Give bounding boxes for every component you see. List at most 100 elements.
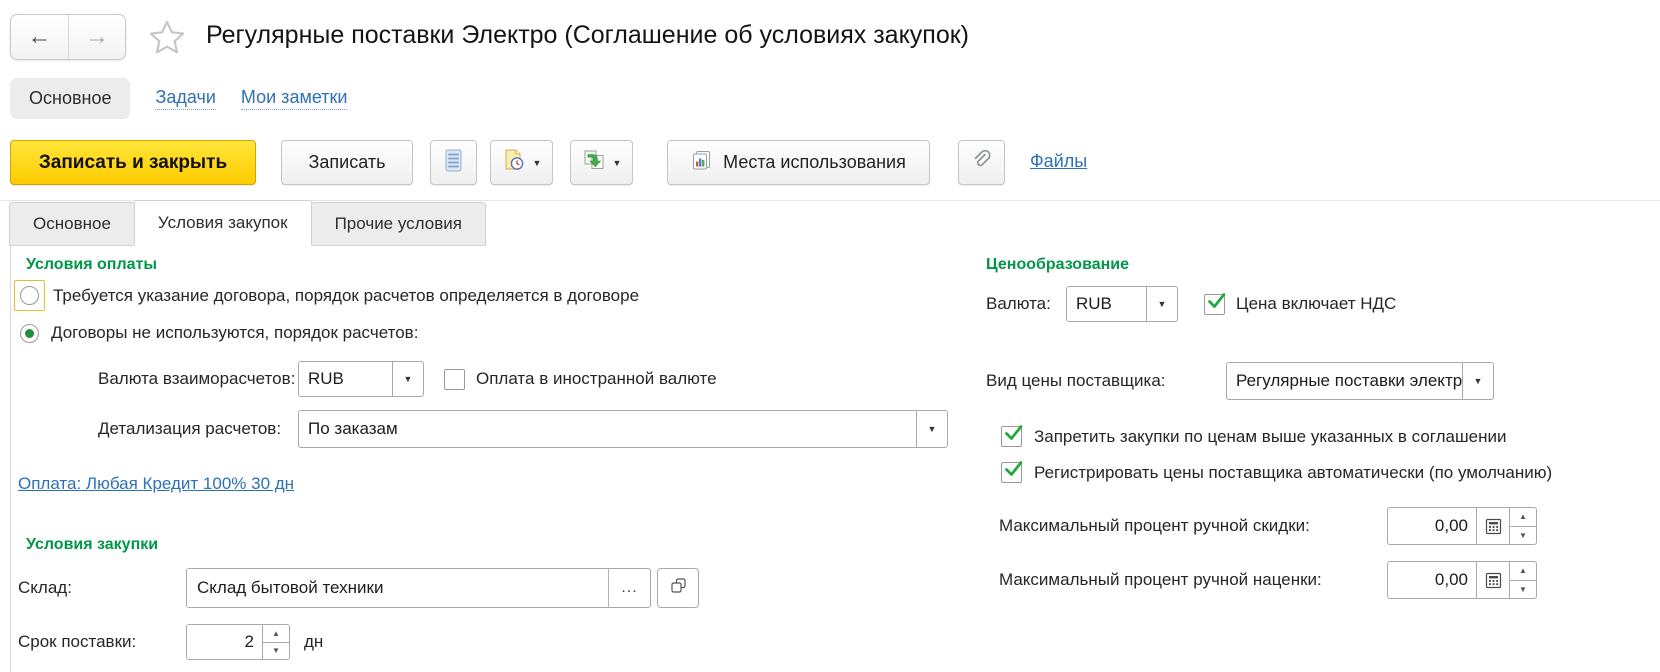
delivery-time-field: ▲ ▼ [186, 624, 290, 660]
supplier-price-type-row: Вид цены поставщика: Регулярные поставки… [986, 362, 1551, 400]
forbid-purchases-label: Запретить закупки по ценам выше указанны… [1034, 427, 1506, 447]
no-contract-label: Договоры не используются, порядок расчет… [51, 323, 418, 343]
warehouse-field: ... [186, 568, 651, 608]
pricing-currency-input[interactable] [1067, 287, 1146, 321]
calculator-button[interactable] [1476, 562, 1509, 598]
form-tabs: Основное Условия закупок Прочие условия [0, 200, 1660, 246]
pricing-currency-combo[interactable]: ▼ [1066, 286, 1178, 322]
settlement-detail-combo[interactable]: По заказам ▼ [298, 410, 948, 448]
nav-item-main[interactable]: Основное [10, 78, 130, 119]
usage-places-label: Места использования [723, 152, 906, 173]
pricing-column: Ценообразование Валюта: ▼ Цена включает … [986, 256, 1551, 599]
radio-row-contract-required: Требуется указание договора, порядок рас… [14, 280, 948, 311]
register-records-button[interactable] [430, 140, 477, 185]
no-contract-radio[interactable] [20, 324, 39, 343]
payment-terms-column: Условия оплаты Требуется указание догово… [26, 256, 948, 660]
spin-down-icon[interactable]: ▼ [263, 642, 289, 660]
pricing-title: Ценообразование [986, 256, 1551, 274]
register-prices-label: Регистрировать цены поставщика автоматич… [1034, 463, 1552, 483]
supplier-price-type-combo[interactable]: Регулярные поставки электрото ▼ [1226, 362, 1494, 400]
settlement-detail-label: Детализация расчетов: [98, 419, 298, 439]
delivery-time-label: Срок поставки: [18, 632, 186, 652]
max-discount-row: Максимальный процент ручной скидки: ▲ [999, 507, 1551, 545]
supplier-price-type-value: Регулярные поставки электрото [1227, 363, 1462, 399]
forbid-purchases-row: Запретить закупки по ценам выше указанны… [1001, 426, 1551, 447]
max-markup-input[interactable] [1388, 562, 1476, 598]
back-button[interactable]: ← [11, 15, 68, 59]
delivery-time-unit: дн [304, 632, 323, 652]
contract-required-label: Требуется указание договора, порядок рас… [53, 286, 639, 306]
nav-links-row: Основное Задачи Мои заметки [10, 78, 347, 119]
usage-places-button[interactable]: Места использования [667, 140, 930, 185]
max-discount-label: Максимальный процент ручной скидки: [999, 516, 1387, 536]
history-nav-group: ← → [10, 14, 126, 60]
tab-other-terms[interactable]: Прочие условия [311, 202, 486, 246]
files-link[interactable]: Файлы [1030, 151, 1087, 172]
forward-arrow-icon: → [85, 23, 109, 51]
payment-terms-title: Условия оплаты [26, 256, 948, 274]
max-discount-field: ▲ ▼ [1387, 507, 1537, 545]
favorite-star-icon[interactable] [148, 19, 186, 60]
max-markup-row: Максимальный процент ручной наценки: ▲ [999, 561, 1551, 599]
spin-up-icon[interactable]: ▲ [1510, 508, 1536, 526]
max-discount-input[interactable] [1388, 508, 1476, 544]
spin-up-icon[interactable]: ▲ [263, 625, 289, 642]
delivery-time-input[interactable] [187, 625, 262, 659]
dropdown-arrow-icon[interactable]: ▼ [1462, 363, 1493, 399]
warehouse-row: Склад: ... [18, 568, 948, 608]
foreign-currency-label: Оплата в иностранной валюте [476, 369, 717, 389]
calculator-button[interactable] [1476, 508, 1509, 544]
vat-included-label: Цена включает НДС [1236, 294, 1396, 314]
document-clock-icon [502, 148, 526, 177]
settlement-detail-value: По заказам [299, 411, 916, 447]
paperclip-icon [971, 149, 992, 176]
warehouse-input[interactable] [187, 569, 608, 607]
save-button[interactable]: Записать [281, 140, 413, 185]
vat-included-checkbox[interactable] [1204, 294, 1225, 315]
spin-down-icon[interactable]: ▼ [1510, 580, 1536, 599]
tab-content-purchase-terms: Условия оплаты Требуется указание догово… [10, 246, 1660, 672]
nav-item-notes[interactable]: Мои заметки [241, 87, 348, 110]
forward-button[interactable]: → [68, 15, 125, 59]
foreign-currency-checkbox[interactable] [444, 369, 465, 390]
chevron-down-icon: ▼ [613, 158, 622, 168]
pricing-currency-row: Валюта: ▼ Цена включает НДС [986, 286, 1551, 322]
pricing-currency-label: Валюта: [986, 294, 1066, 314]
forbid-purchases-checkbox[interactable] [1001, 426, 1022, 447]
settlement-currency-row: Валюта взаиморасчетов: ▼ Оплата в иностр… [98, 361, 948, 397]
settlement-currency-combo[interactable]: ▼ [298, 361, 424, 397]
settlement-detail-row: Детализация расчетов: По заказам ▼ [98, 410, 948, 448]
back-arrow-icon: ← [28, 23, 52, 51]
usage-report-icon [691, 149, 713, 176]
max-markup-field: ▲ ▼ [1387, 561, 1537, 599]
nav-item-tasks[interactable]: Задачи [155, 87, 215, 110]
tab-main[interactable]: Основное [9, 202, 135, 246]
create-on-basis-button[interactable]: ▼ [490, 140, 553, 185]
copy-link-button[interactable]: ▼ [570, 140, 633, 185]
spin-down-icon[interactable]: ▼ [1510, 526, 1536, 545]
dropdown-arrow-icon[interactable]: ▼ [916, 411, 947, 447]
warehouse-choose-button[interactable]: ... [608, 569, 650, 607]
delivery-time-row: Срок поставки: ▲ ▼ дн [18, 624, 948, 660]
spin-up-icon[interactable]: ▲ [1510, 562, 1536, 580]
register-prices-row: Регистрировать цены поставщика автоматич… [1001, 462, 1551, 483]
settlement-currency-input[interactable] [299, 362, 392, 396]
contract-required-radio[interactable] [20, 286, 39, 305]
supplier-price-type-label: Вид цены поставщика: [986, 371, 1226, 391]
max-markup-stepper: ▲ ▼ [1509, 562, 1536, 598]
settlement-currency-label: Валюта взаиморасчетов: [98, 369, 298, 389]
payment-terms-link[interactable]: Оплата: Любая Кредит 100% 30 дн [18, 474, 294, 494]
attachments-button[interactable] [958, 140, 1005, 185]
radio-row-no-contract: Договоры не используются, порядок расчет… [20, 323, 948, 343]
tab-purchase-terms[interactable]: Условия закупок [134, 200, 312, 246]
save-and-close-button[interactable]: Записать и закрыть [10, 140, 256, 185]
max-discount-stepper: ▲ ▼ [1509, 508, 1536, 544]
list-icon [445, 149, 462, 177]
delivery-time-stepper: ▲ ▼ [262, 625, 289, 659]
warehouse-open-button[interactable] [657, 568, 699, 608]
page-title: Регулярные поставки Электро (Соглашение … [206, 21, 969, 50]
dropdown-arrow-icon[interactable]: ▼ [392, 362, 423, 396]
warehouse-label: Склад: [18, 578, 186, 598]
register-prices-checkbox[interactable] [1001, 462, 1022, 483]
dropdown-arrow-icon[interactable]: ▼ [1146, 287, 1177, 321]
